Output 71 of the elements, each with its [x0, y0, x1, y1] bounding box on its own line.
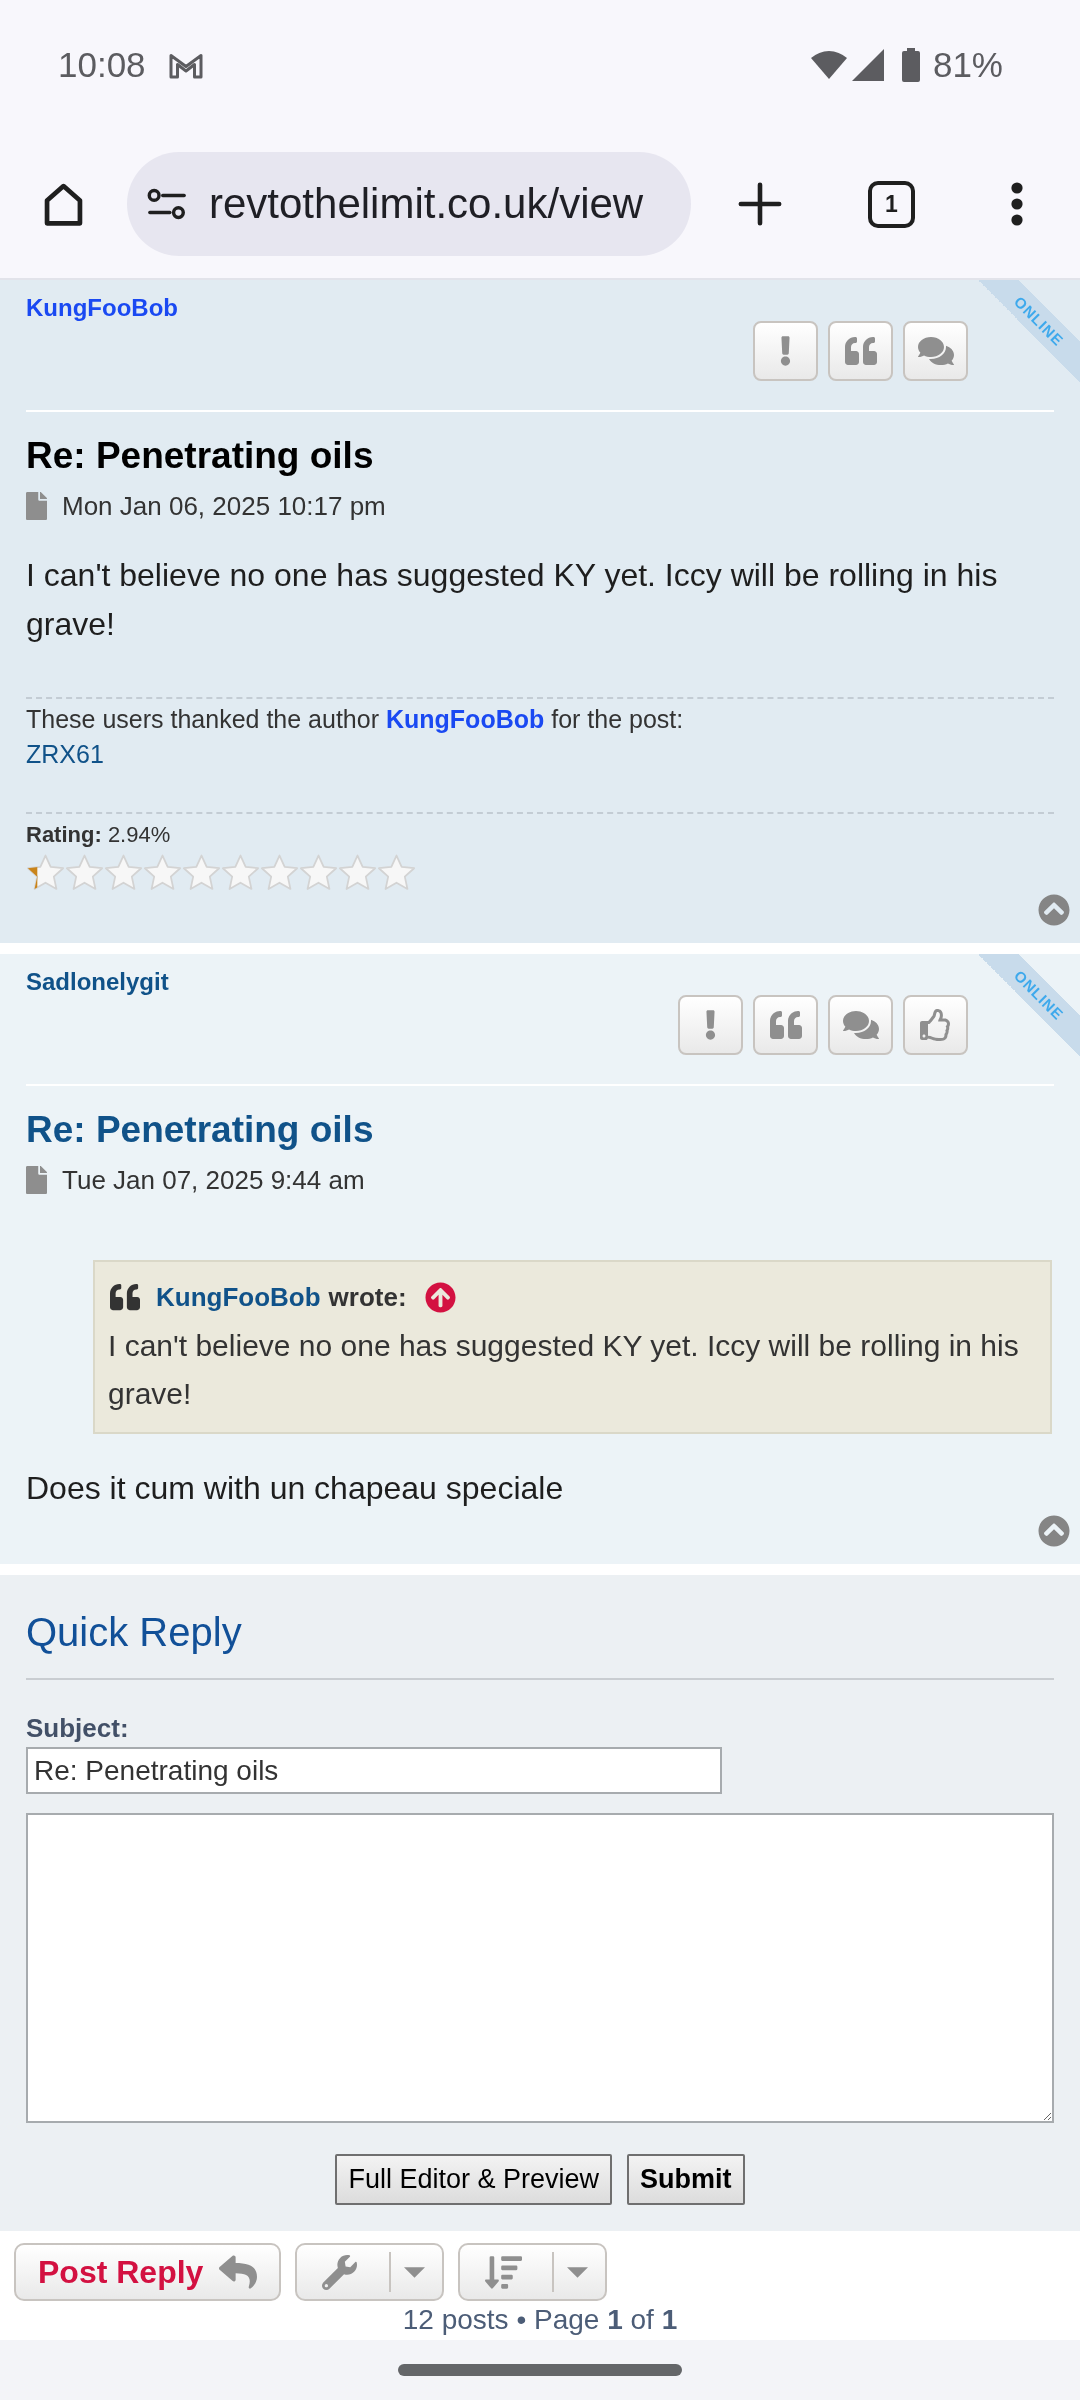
caret-down-icon: [567, 2266, 589, 2278]
site-settings-icon[interactable]: [147, 188, 187, 220]
mail-icon: [167, 51, 204, 79]
subject-label: Subject:: [26, 1713, 129, 1743]
thanks-text: These users thanked the author KungFooBob for the post:: [26, 704, 685, 735]
tools-dropdown-button[interactable]: [295, 2243, 445, 2301]
submit-button[interactable]: Submit: [627, 2154, 745, 2205]
full-editor-button[interactable]: Full Editor & Preview: [335, 2154, 613, 2205]
back-to-top-icon[interactable]: [1038, 894, 1070, 926]
report-button[interactable]: [753, 321, 818, 381]
star-icon: [182, 853, 221, 892]
speech-bubbles-icon: [917, 335, 954, 367]
star-icon: [65, 853, 104, 892]
speech-bubbles-icon: [842, 1009, 879, 1041]
battery-icon: [900, 48, 921, 82]
post-date: Tue Jan 07, 2025 9:44 am: [62, 1165, 365, 1195]
wrench-icon: [322, 2254, 358, 2290]
post-date: Mon Jan 06, 2025 10:17 pm: [62, 491, 386, 521]
reply-arrow-icon: [219, 2253, 258, 2291]
user-link[interactable]: ZRX61: [26, 736, 104, 772]
sort-dropdown-button[interactable]: [458, 2243, 608, 2301]
post-title-link[interactable]: Re: Penetrating oils: [26, 1108, 1054, 1152]
rating-text: Rating: 2.94%: [26, 821, 172, 849]
star-icon: [221, 853, 260, 892]
quote-button[interactable]: [753, 995, 818, 1055]
subject-input[interactable]: Re: Penetrating oils: [26, 1747, 722, 1794]
star-icon: [260, 853, 299, 892]
author-link[interactable]: KungFooBob: [385, 705, 545, 733]
thanks-button[interactable]: [903, 995, 968, 1055]
signal-icon: [850, 48, 885, 82]
quick-reply-heading: Quick Reply: [26, 1609, 242, 1655]
quote-author-link[interactable]: KungFooBob: [156, 1281, 321, 1313]
quote-button[interactable]: [828, 321, 893, 381]
thumbs-up-icon: [919, 1009, 952, 1041]
exclamation-icon: [780, 336, 791, 366]
gesture-handle[interactable]: [398, 2364, 682, 2376]
exclamation-icon: [705, 1010, 716, 1040]
author-link[interactable]: Sadlonelygit: [26, 968, 169, 996]
clock-time: 10:08: [58, 45, 146, 85]
message-button[interactable]: [828, 995, 893, 1055]
quote-wrote-label: wrote:: [328, 1281, 407, 1313]
quote-text: I can't believe no one has suggested KY yet. Iccy will be rolling in his grave!: [108, 1328, 1020, 1412]
star-icon: [26, 853, 65, 892]
star-icon: [299, 853, 338, 892]
menu-icon[interactable]: [1011, 182, 1023, 226]
plus-icon[interactable]: [737, 181, 783, 227]
star-icon: [377, 853, 416, 892]
address-bar[interactable]: revtothelimit.co.uk/view: [127, 152, 691, 256]
star-icon: [104, 853, 143, 892]
post-text: Does it cum with un chapeau speciale: [26, 1469, 565, 1508]
wifi-icon: [809, 50, 848, 80]
message-button[interactable]: [903, 321, 968, 381]
quote-icon: [769, 1009, 802, 1041]
caret-down-icon: [404, 2266, 426, 2278]
report-button[interactable]: [678, 995, 743, 1055]
post-reply-button[interactable]: Post Reply: [14, 2243, 282, 2301]
author-link[interactable]: KungFooBob: [26, 294, 178, 322]
document-icon: [26, 492, 47, 520]
star-icon: [338, 853, 377, 892]
post-title: Re: Penetrating oils: [26, 434, 375, 478]
document-icon: [26, 1166, 47, 1194]
post-text: I can't believe no one has suggested KY yet. Iccy will be rolling in his grave!: [26, 556, 999, 644]
quote-icon: [844, 335, 877, 367]
sort-icon: [485, 2253, 523, 2291]
star-icon: [143, 853, 182, 892]
tab-switcher-button[interactable]: 1: [868, 180, 915, 228]
pagination-text: 12 posts • Page 1 of 1: [402, 2303, 678, 2337]
back-to-top-icon[interactable]: [1038, 1515, 1070, 1547]
quote-icon: [108, 1282, 142, 1312]
battery-percentage: 81%: [932, 45, 1003, 85]
up-arrow-icon[interactable]: [424, 1281, 456, 1313]
